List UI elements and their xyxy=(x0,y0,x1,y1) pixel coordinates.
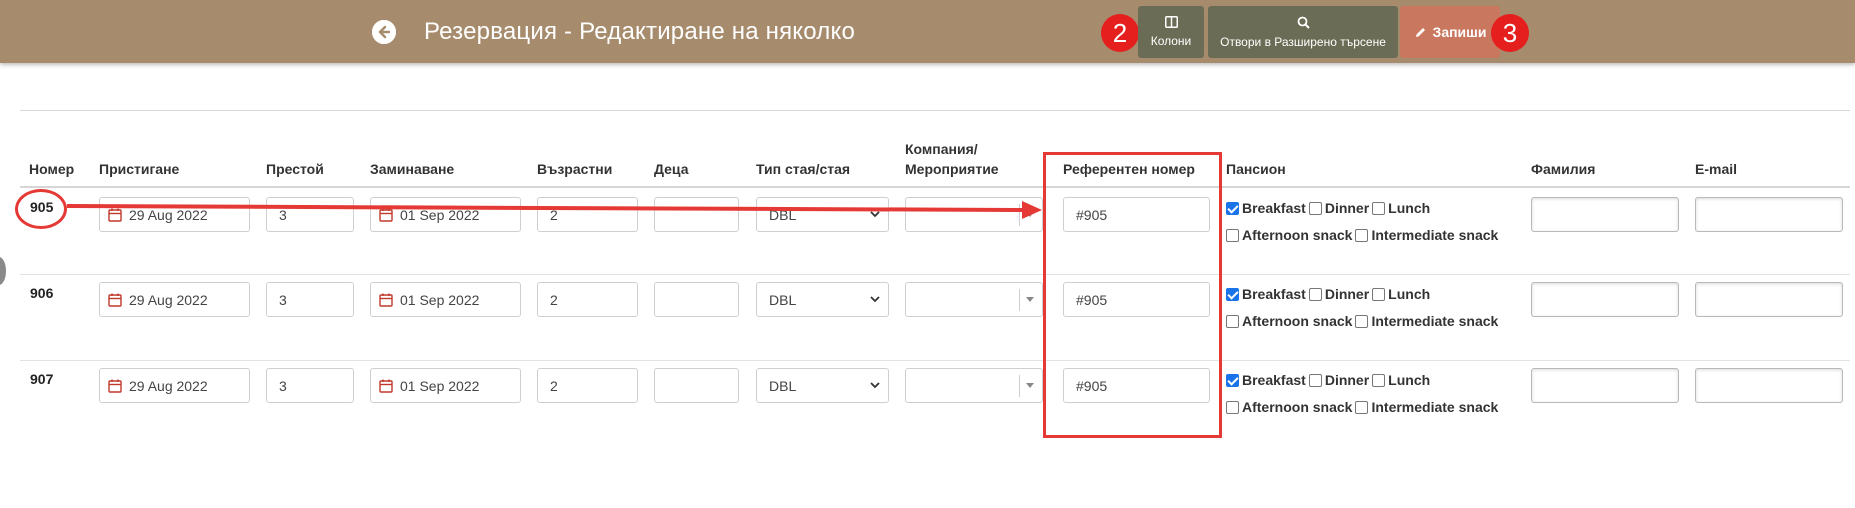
annotation-arrow xyxy=(66,201,1042,219)
